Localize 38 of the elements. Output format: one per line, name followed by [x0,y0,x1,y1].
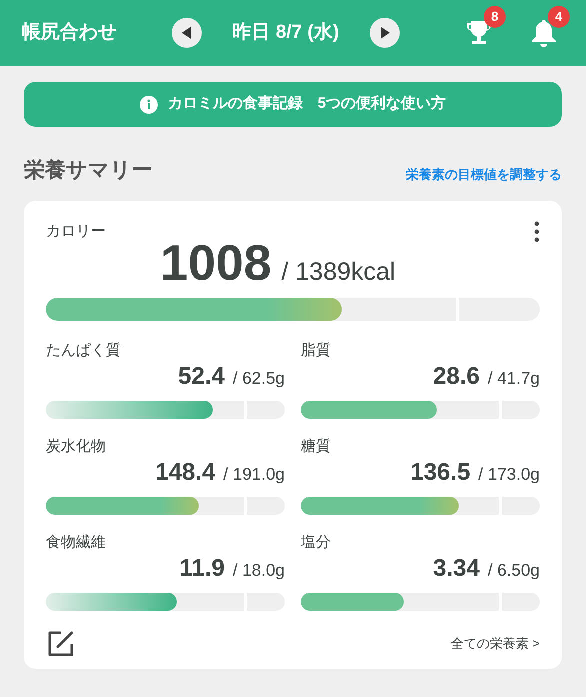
nutrient-label: 食物繊維 [46,532,107,552]
section-title: 栄養サマリー [24,158,153,184]
nutrient-target: / 62.5g [233,368,285,390]
nutrient-value: 11.9 [180,554,225,584]
guide-banner[interactable]: カロミルの食事記録 5つの便利な使い方 [24,82,562,127]
date-label: 昨日 8/7 (水) [232,20,340,45]
edit-button[interactable] [46,628,76,658]
vertical-dots-icon [534,220,540,242]
all-nutrients-link[interactable]: 全ての栄養素 > [450,634,540,654]
nutrient-label: カロリー [46,222,106,242]
nutrient-label: 炭水化物 [46,436,107,456]
nutrient-label: 塩分 [301,532,332,552]
notification-badge: 4 [548,6,570,28]
nutrient-label: 脂質 [301,340,332,360]
edit-icon [46,628,76,658]
nutrient-value: 3.34 [433,554,480,584]
nutrient-target: / 191.0g [224,464,285,486]
adjust-targets-link[interactable]: 栄養素の目標値を調整する [406,165,562,184]
nutrient-label: 糖質 [301,436,332,456]
nutrient-value: 148.4 [155,458,216,488]
nutrient-label: たんぱく質 [46,340,122,360]
nutrient-target: / 6.50g [488,560,540,582]
nutrient-target: / 41.7g [488,368,540,390]
nutrient-value: 28.6 [433,362,480,392]
info-icon [140,96,158,114]
calorie-value: 1008 [160,235,272,291]
page-title: 帳尻合わせ [22,20,118,45]
next-button[interactable] [370,18,400,48]
left-triangle-icon [182,27,192,39]
notification-badge: 8 [484,6,506,28]
calorie-target: / 1389kcal [282,257,396,288]
nutrient-target: / 173.0g [478,464,540,486]
previous-button[interactable] [172,18,202,48]
nutrient-target: / 18.0g [233,560,285,582]
nutrient-value: 52.4 [178,362,225,392]
right-triangle-icon [380,27,390,39]
more-options-button[interactable] [534,220,540,242]
nutrient-value: 136.5 [410,458,471,488]
